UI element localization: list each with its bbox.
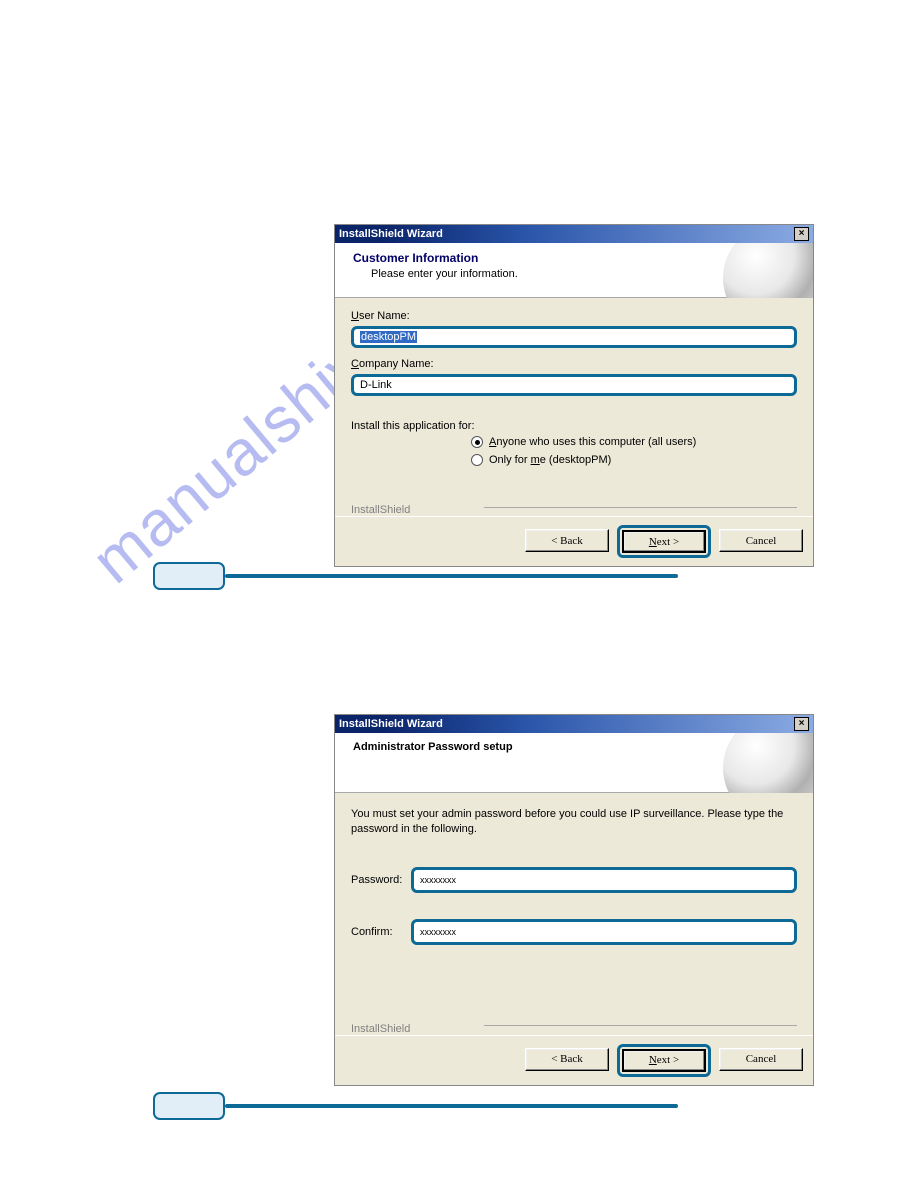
- divider: InstallShield: [335, 504, 813, 516]
- installshield-label: InstallShield: [351, 1023, 410, 1035]
- callout-2: [153, 1092, 678, 1120]
- confirm-label: Confirm:: [351, 926, 403, 938]
- dialog-customer-info: InstallShield Wizard × Customer Informat…: [334, 224, 814, 567]
- radio-only-me-label: e (desktopPM): [540, 454, 612, 466]
- user-name-label: ser Name:: [359, 310, 410, 322]
- installshield-label: InstallShield: [351, 504, 410, 516]
- dialog-admin-password: InstallShield Wizard × Administrator Pas…: [334, 714, 814, 1086]
- callout-box: [153, 562, 225, 590]
- header-curl-graphic: [713, 733, 813, 793]
- callout-line: [225, 574, 678, 578]
- callout-box: [153, 1092, 225, 1120]
- radio-anyone[interactable]: Anyone who uses this computer (all users…: [471, 436, 797, 448]
- dialog-header: Customer Information Please enter your i…: [335, 243, 813, 298]
- password-input[interactable]: [411, 867, 797, 893]
- user-name-value: desktopPM: [360, 331, 417, 343]
- next-highlight: Next >: [617, 1044, 711, 1077]
- divider: InstallShield: [335, 1023, 813, 1035]
- header-curl-graphic: [723, 243, 813, 298]
- callout-line: [225, 1104, 678, 1108]
- titlebar: InstallShield Wizard ×: [335, 225, 813, 243]
- company-name-label: ompany Name:: [359, 358, 434, 370]
- back-button[interactable]: < Back: [525, 529, 609, 552]
- password-label: Password:: [351, 874, 403, 886]
- close-icon[interactable]: ×: [794, 717, 809, 731]
- radio-only-me[interactable]: Only for me (desktopPM): [471, 454, 797, 466]
- radio-icon: [471, 436, 483, 448]
- close-icon[interactable]: ×: [794, 227, 809, 241]
- dialog-body: User Name: desktopPM Company Name: Insta…: [335, 298, 813, 486]
- next-highlight: Next >: [617, 525, 711, 558]
- dialog-header: Administrator Password setup: [335, 733, 813, 793]
- button-row: < Back Next > Cancel: [335, 1035, 813, 1085]
- instruction-text: You must set your admin password before …: [351, 807, 797, 837]
- cancel-button[interactable]: Cancel: [719, 529, 803, 552]
- radio-icon: [471, 454, 483, 466]
- next-button[interactable]: Next >: [622, 530, 706, 553]
- install-for-label: Install this application for:: [351, 420, 797, 432]
- dialog-body: You must set your admin password before …: [335, 793, 813, 1005]
- back-button[interactable]: < Back: [525, 1048, 609, 1071]
- confirm-input[interactable]: [411, 919, 797, 945]
- button-row: < Back Next > Cancel: [335, 516, 813, 566]
- radio-anyone-label: nyone who uses this computer (all users): [496, 436, 696, 448]
- window-title: InstallShield Wizard: [339, 718, 443, 730]
- cancel-button[interactable]: Cancel: [719, 1048, 803, 1071]
- user-name-input[interactable]: desktopPM: [351, 326, 797, 348]
- window-title: InstallShield Wizard: [339, 228, 443, 240]
- callout-1: [153, 562, 678, 590]
- next-button[interactable]: Next >: [622, 1049, 706, 1072]
- company-name-input[interactable]: [351, 374, 797, 396]
- titlebar: InstallShield Wizard ×: [335, 715, 813, 733]
